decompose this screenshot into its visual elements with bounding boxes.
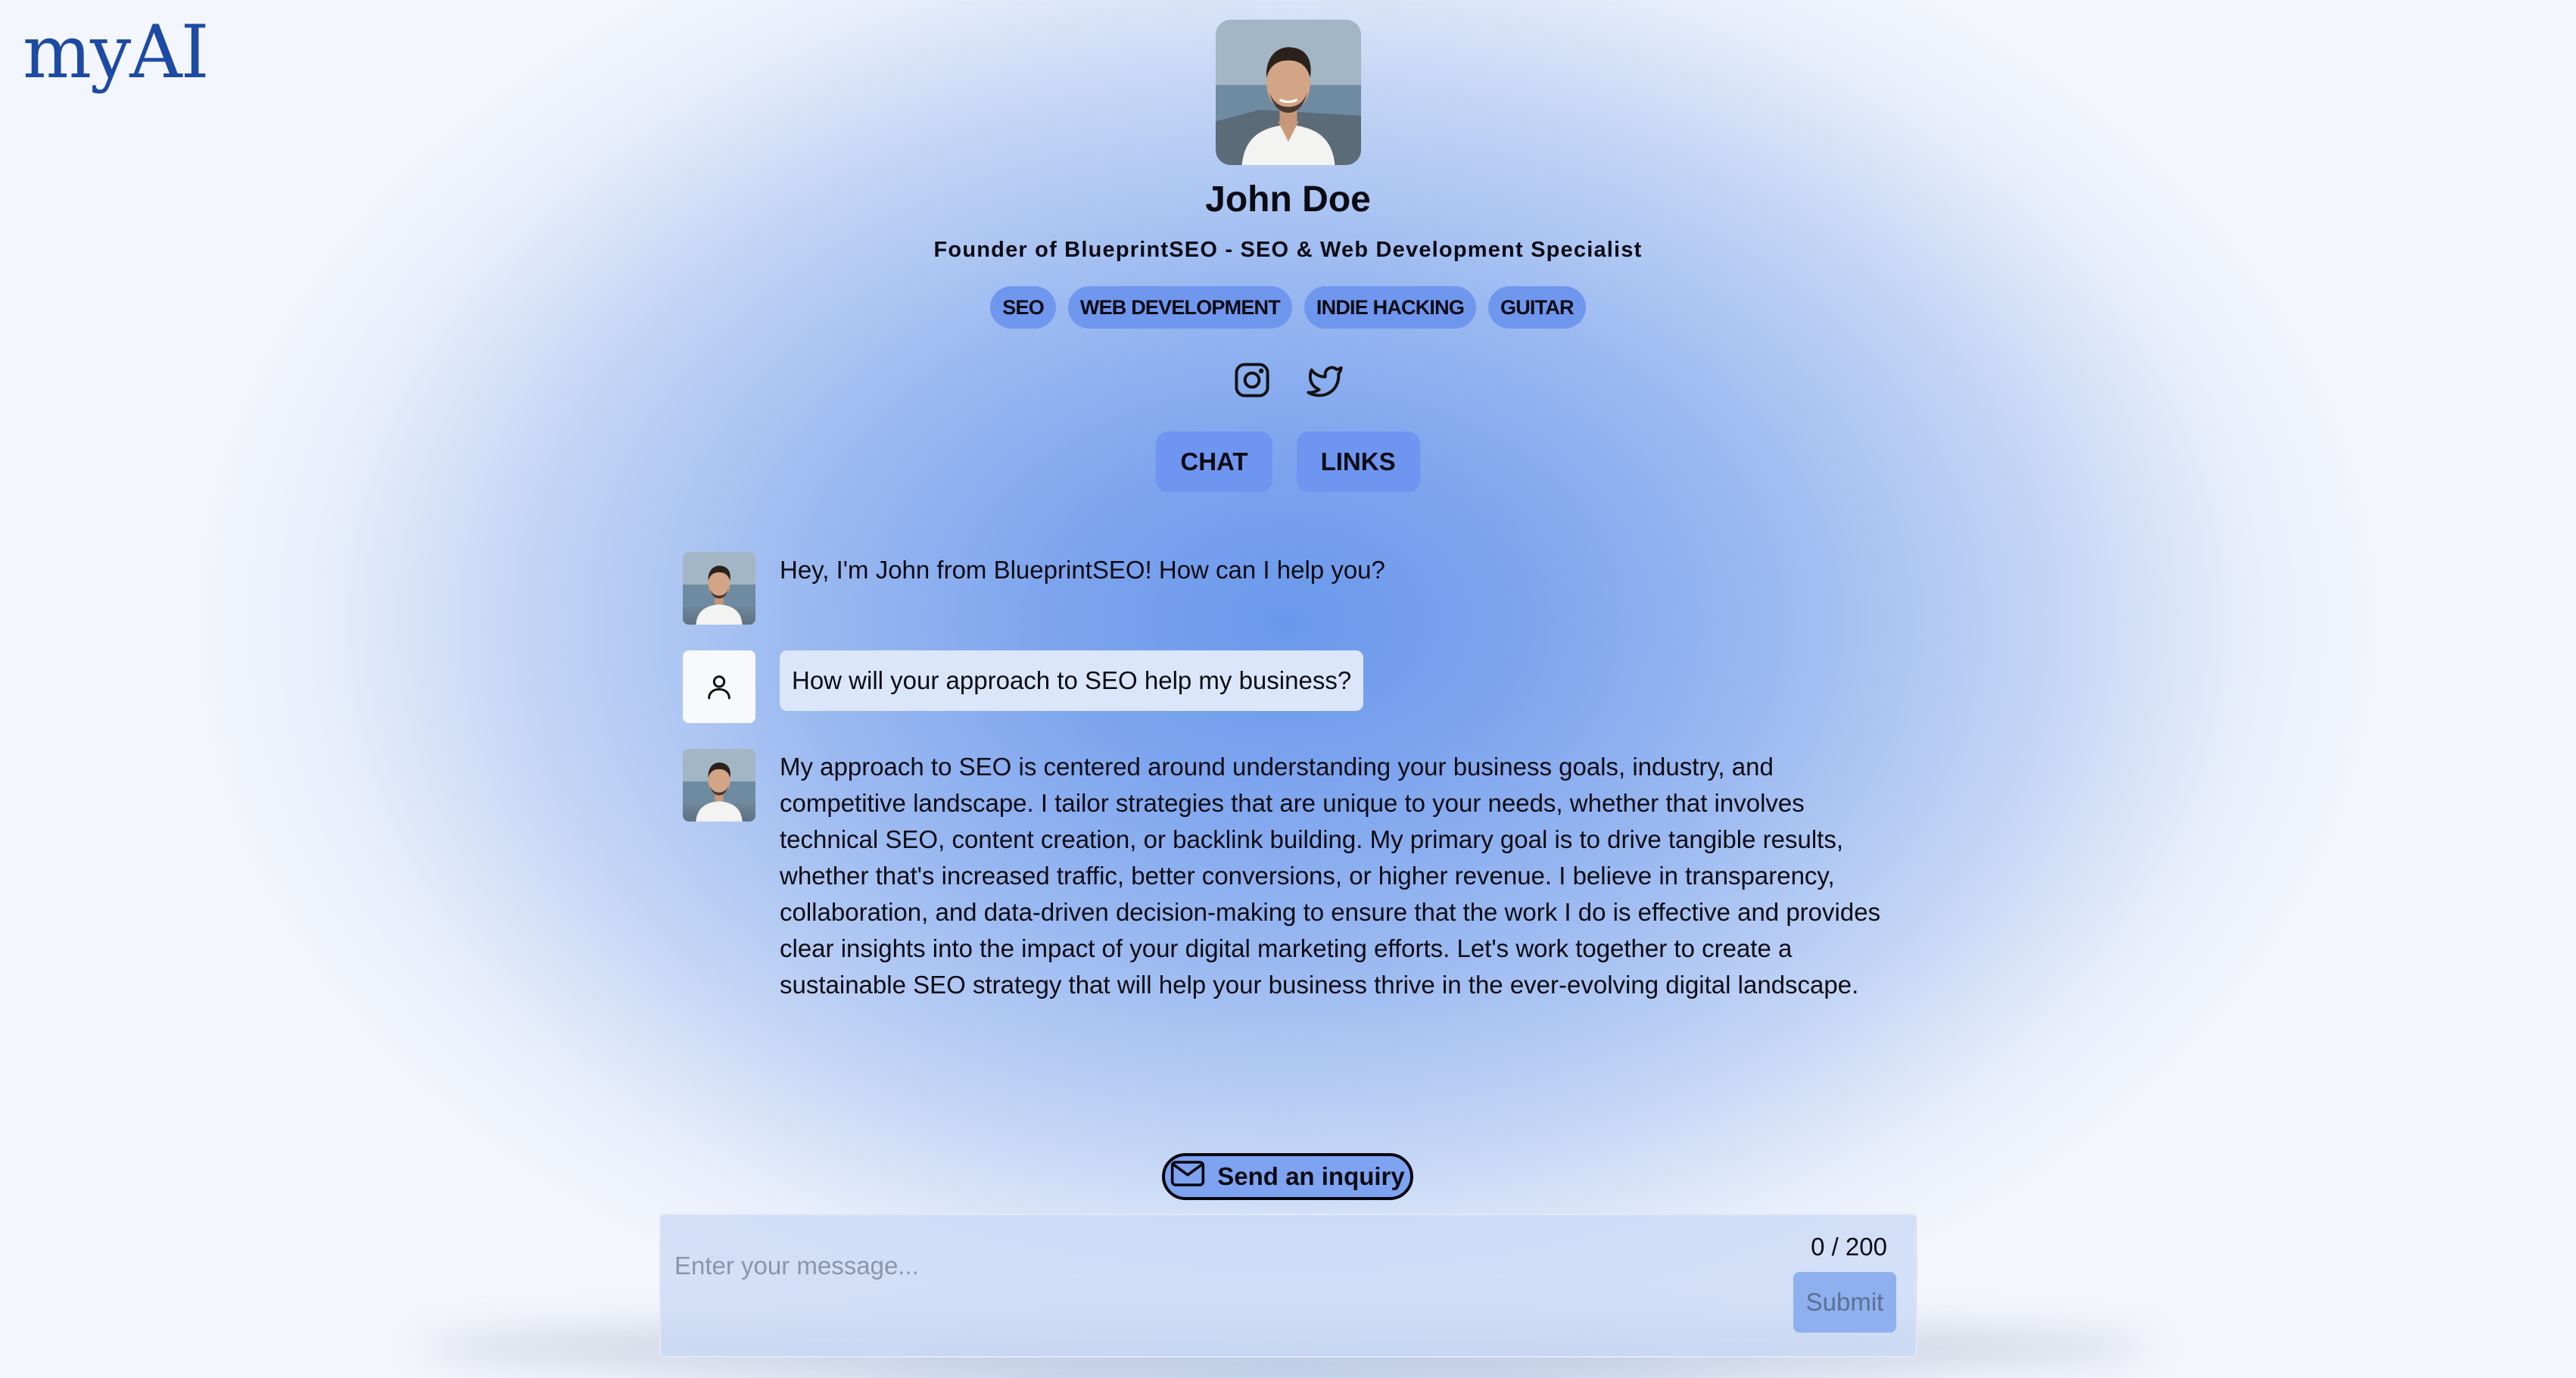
message-text: My approach to SEO is centered around un… xyxy=(780,753,1881,999)
tab-chat[interactable]: CHAT xyxy=(1156,432,1272,492)
send-inquiry-button[interactable]: Send an inquiry xyxy=(1162,1153,1413,1200)
social-links xyxy=(1232,360,1344,400)
instagram-icon[interactable] xyxy=(1232,360,1272,400)
assistant-message: Hey, I'm John from BlueprintSEO! How can… xyxy=(683,552,1894,625)
submit-button[interactable]: Submit xyxy=(1793,1272,1896,1333)
profile-avatar xyxy=(1215,20,1361,165)
message-text: How will your approach to SEO help my bu… xyxy=(780,650,1364,711)
user-avatar-icon xyxy=(683,650,755,723)
twitter-icon[interactable] xyxy=(1305,360,1344,400)
tab-links[interactable]: LINKS xyxy=(1296,432,1420,492)
profile-tagline: Founder of BlueprintSEO - SEO & Web Deve… xyxy=(933,238,1643,262)
envelope-icon xyxy=(1170,1160,1205,1193)
profile-name: John Doe xyxy=(1205,179,1371,220)
chat-thread: Hey, I'm John from BlueprintSEO! How can… xyxy=(683,552,1894,1029)
user-message: How will your approach to SEO help my bu… xyxy=(683,650,1894,723)
tag-list: SEO WEB DEVELOPMENT INDIE HACKING GUITAR xyxy=(990,286,1586,329)
tab-bar: CHAT LINKS xyxy=(1156,432,1420,492)
assistant-avatar xyxy=(683,552,755,625)
tag-guitar: GUITAR xyxy=(1488,286,1586,329)
profile-header: John Doe Founder of BlueprintSEO - SEO &… xyxy=(0,20,2576,492)
message-input[interactable] xyxy=(673,1242,1721,1289)
message-text: Hey, I'm John from BlueprintSEO! How can… xyxy=(780,556,1385,584)
tag-indie-hacking: INDIE HACKING xyxy=(1304,286,1477,329)
send-inquiry-label: Send an inquiry xyxy=(1217,1162,1405,1190)
tag-seo: SEO xyxy=(990,286,1056,329)
assistant-avatar xyxy=(683,749,755,822)
message-composer: 0 / 200 Submit xyxy=(659,1214,1917,1358)
assistant-message: My approach to SEO is centered around un… xyxy=(683,749,1894,1003)
tag-web-development: WEB DEVELOPMENT xyxy=(1067,286,1292,329)
character-counter: 0 / 200 xyxy=(1811,1233,1887,1261)
